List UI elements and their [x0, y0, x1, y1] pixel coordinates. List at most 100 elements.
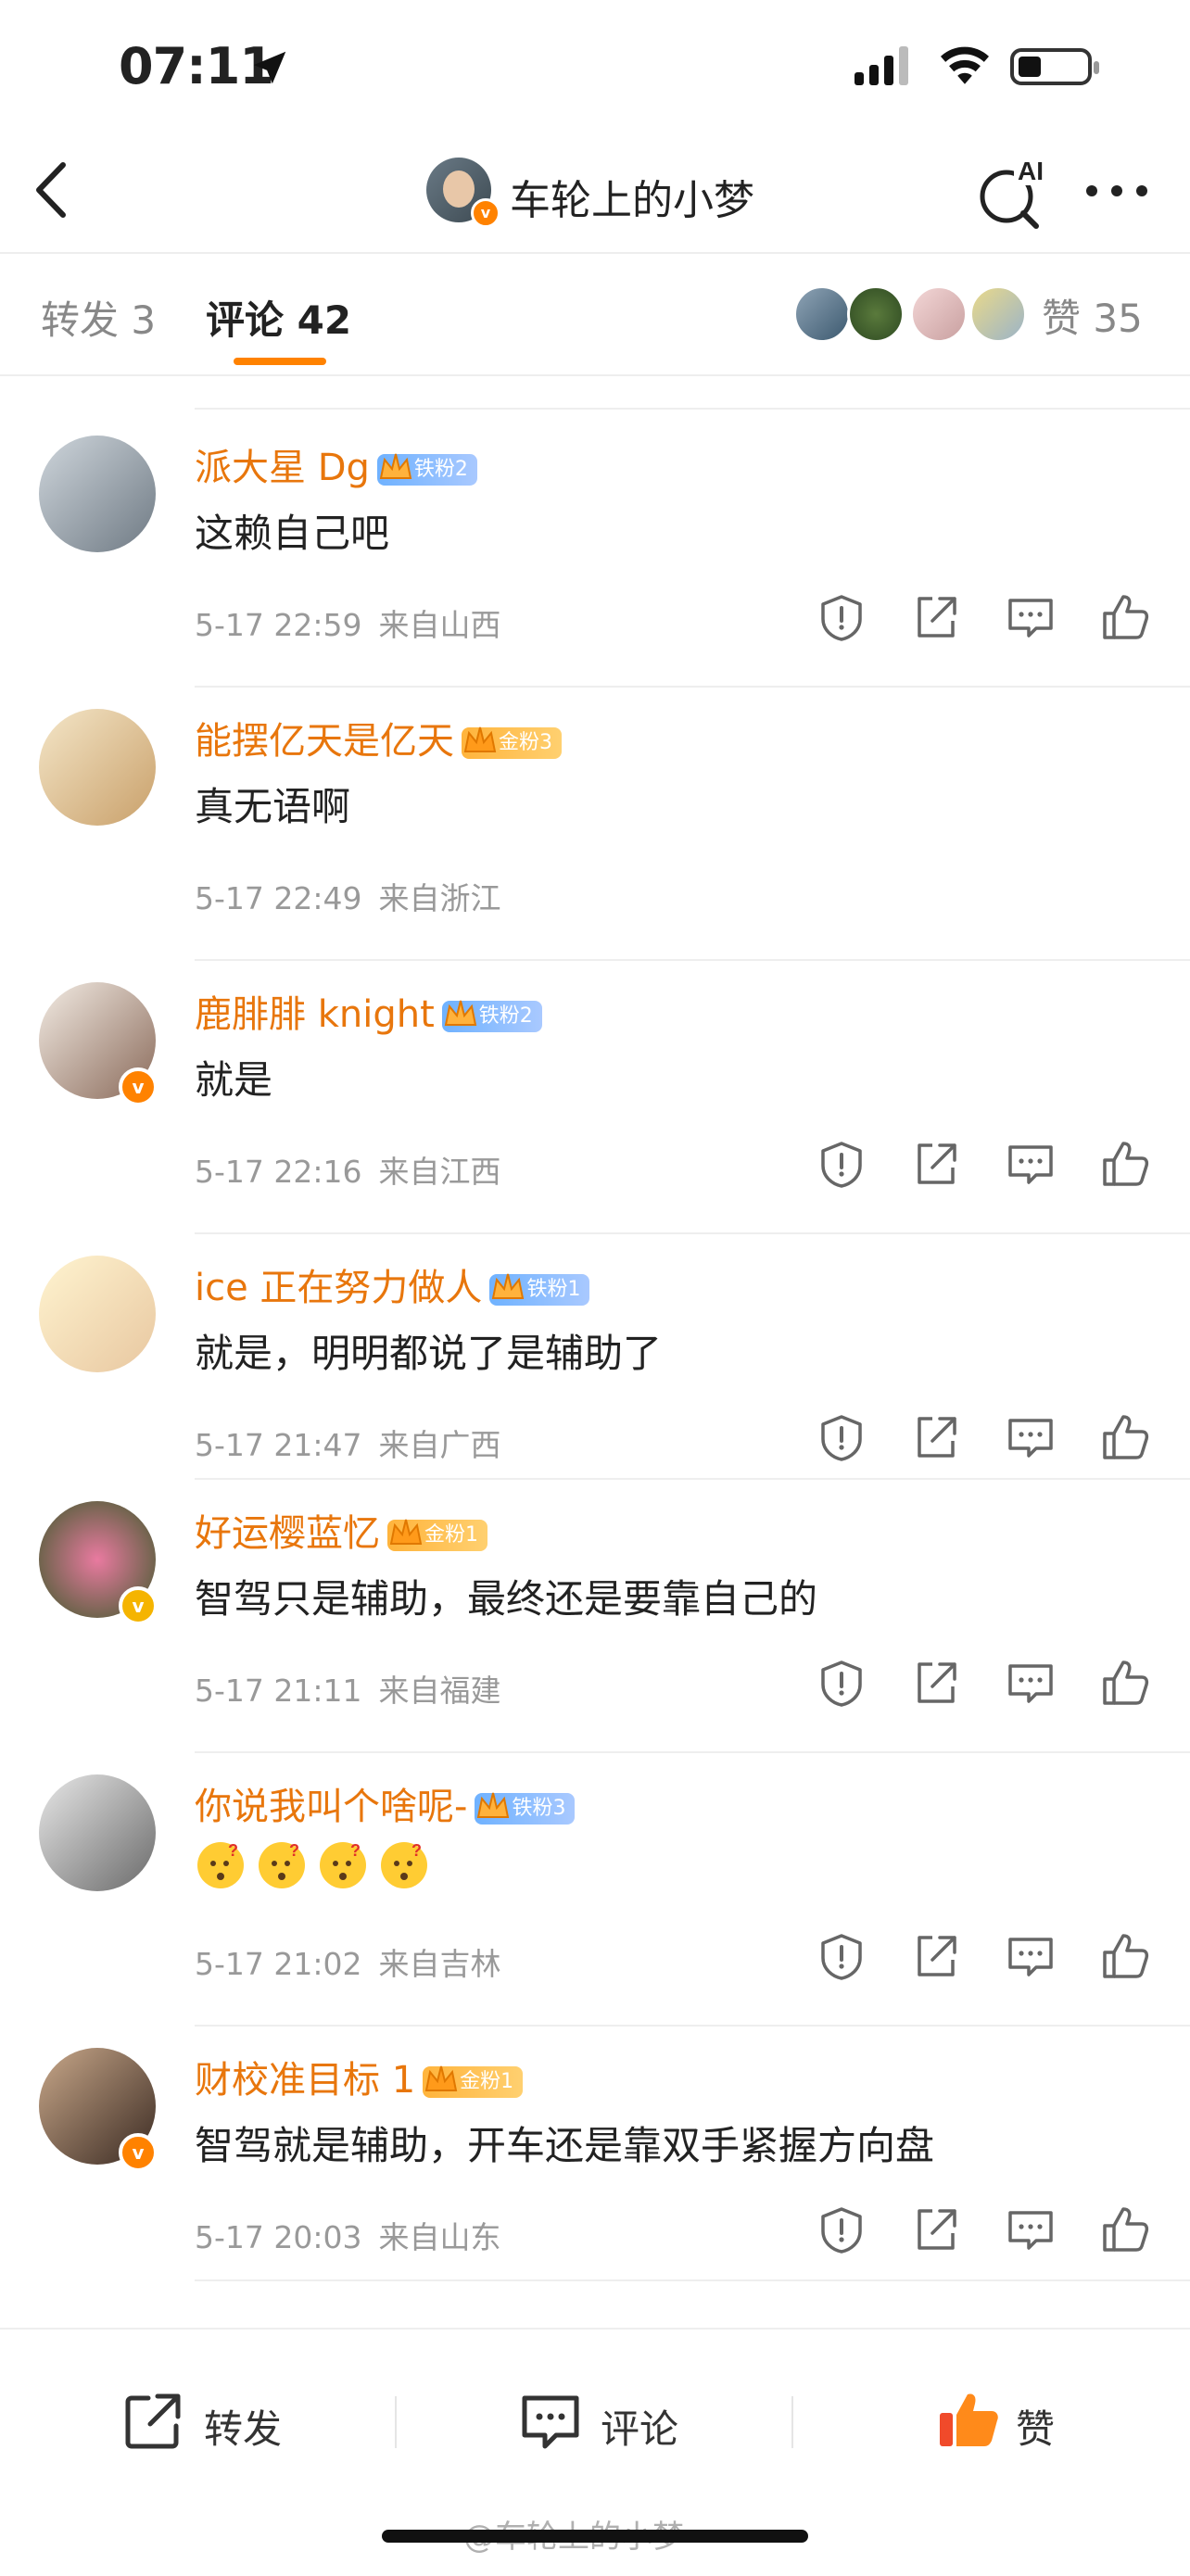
svg-text:?: ? [228, 1841, 238, 1860]
comment-item[interactable]: v 财校准目标 1 金粉1 智驾就是辅助，开车还是靠双手紧握方向盘 5-17 20:03… [0, 2029, 1190, 2298]
comment-button[interactable]: 评论 [517, 2385, 703, 2459]
divider [395, 2396, 397, 2448]
thumbs-up-icon[interactable] [1099, 591, 1151, 643]
repost-button[interactable]: 转发 [120, 2385, 306, 2459]
comment-meta: 5-17 21:02 来自吉林 [195, 1939, 501, 1984]
report-icon[interactable] [816, 1411, 867, 1463]
ai-label: AI [1018, 157, 1044, 185]
comment-time: 5-17 21:11 [195, 1673, 362, 1709]
share-icon[interactable] [910, 591, 962, 643]
comment-meta: 5-17 22:49 来自浙江 [195, 874, 501, 918]
page-title[interactable]: 车轮上的小梦 [510, 167, 754, 226]
back-arrow-icon[interactable] [28, 158, 74, 222]
comment-icon[interactable] [1005, 591, 1057, 643]
commenter-name[interactable]: 能摆亿天是亿天 金粉3 [195, 711, 562, 764]
thumbs-up-icon[interactable] [1099, 1411, 1151, 1463]
verified-badge-icon: v [119, 1067, 158, 1106]
comment-icon[interactable] [1005, 1930, 1057, 1982]
crown-icon [463, 726, 497, 752]
comment-item[interactable]: v 好运樱蓝忆 金粉1 智驾只是辅助，最终还是要靠自己的 5-17 21:11 来自福建 [0, 1483, 1190, 1753]
commenter-name-text: 能摆亿天是亿天 [195, 720, 454, 763]
commenter-avatar[interactable] [39, 436, 156, 552]
tab-comments[interactable]: 评论 42 [206, 289, 351, 346]
divider [791, 2396, 793, 2448]
report-icon[interactable] [816, 1657, 867, 1709]
report-icon[interactable] [816, 591, 867, 643]
comment-actions [816, 1411, 1149, 1463]
verified-badge-icon: v [471, 198, 500, 228]
puzzled-face-emoji-icon: ? [259, 1841, 305, 1888]
like-label: 赞 [1016, 2406, 1056, 2452]
verified-badge-icon: v [119, 2133, 158, 2172]
commenter-avatar[interactable] [39, 1256, 156, 1372]
fan-badge: 铁粉3 [475, 1792, 576, 1825]
commenter-name[interactable]: 财校准目标 1 金粉1 [195, 2050, 524, 2103]
comment-item[interactable]: ice 正在努力做人 铁粉1 就是，明明都说了是辅助了 5-17 21:47 来自广西 [0, 1237, 1190, 1506]
puzzled-face-emoji-icon: ? [381, 1841, 427, 1888]
comment-icon[interactable] [1005, 1657, 1057, 1709]
commenter-name[interactable]: 鹿腓腓 knight 铁粉2 [195, 984, 542, 1038]
liker-avatar [969, 285, 1027, 343]
commenter-avatar[interactable] [39, 709, 156, 826]
comment-item[interactable]: 派大星 Dg 铁粉2 这赖自己吧 5-17 22:59 来自山西 [0, 417, 1190, 688]
comment-actions [816, 1930, 1149, 1982]
comment-item[interactable]: 你说我叫个啥呢- 铁粉3???? 5-17 21:02 来自吉林 [0, 1756, 1190, 2027]
share-icon[interactable] [910, 1411, 962, 1463]
report-icon[interactable] [816, 2203, 867, 2255]
share-icon[interactable] [910, 2203, 962, 2255]
comment-icon[interactable] [1005, 1138, 1057, 1190]
comment-text: 这赖自己吧 [195, 511, 390, 556]
commenter-name[interactable]: 派大星 Dg 铁粉2 [195, 437, 477, 491]
share-icon[interactable] [910, 1138, 962, 1190]
comment-time: 5-17 21:47 [195, 1427, 362, 1463]
ai-search-icon[interactable]: AI [975, 156, 1049, 230]
commenter-avatar[interactable] [39, 1774, 156, 1891]
thumbs-up-icon[interactable] [1099, 1657, 1151, 1709]
like-button[interactable]: 赞 [936, 2385, 1084, 2459]
comment-emojis: ???? [195, 1839, 439, 1900]
divider [195, 2279, 1190, 2281]
commenter-name[interactable]: 你说我叫个啥呢- 铁粉3 [195, 1776, 576, 1830]
commenter-name[interactable]: 好运樱蓝忆 金粉1 [195, 1503, 487, 1557]
commenter-name[interactable]: ice 正在努力做人 铁粉1 [195, 1257, 590, 1311]
comment-icon[interactable] [1005, 2203, 1057, 2255]
thumbs-up-icon[interactable] [1099, 2203, 1151, 2255]
comment-item[interactable]: v 鹿腓腓 knight 铁粉2 就是 5-17 22:16 来自江西 [0, 964, 1190, 1234]
liker-avatars[interactable] [793, 285, 1027, 343]
commenter-name-text: ice 正在努力做人 [195, 1267, 483, 1309]
comment-time: 5-17 22:59 [195, 607, 362, 643]
fan-badge-label: 铁粉3 [512, 1797, 566, 1820]
share-icon[interactable] [910, 1930, 962, 1982]
thumbs-up-icon[interactable] [1099, 1930, 1151, 1982]
fan-badge-label: 铁粉2 [413, 458, 468, 481]
comment-label: 评论 [601, 2406, 679, 2452]
comment-icon[interactable] [1005, 1411, 1057, 1463]
svg-text:?: ? [289, 1841, 299, 1860]
home-indicator[interactable] [382, 2530, 808, 2543]
divider [195, 408, 1190, 410]
comment-meta: 5-17 20:03 来自山东 [195, 2213, 501, 2257]
comment-time: 5-17 21:02 [195, 1946, 362, 1982]
comment-location: 来自山西 [378, 607, 501, 643]
tab-repost[interactable]: 转发 3 [41, 289, 156, 346]
location-arrow-icon [253, 51, 286, 84]
share-icon[interactable] [910, 1657, 962, 1709]
comment-location: 来自江西 [378, 1154, 501, 1190]
liker-avatar [793, 285, 851, 343]
tab-likes[interactable]: 赞 35 [1042, 287, 1143, 344]
report-icon[interactable] [816, 1138, 867, 1190]
report-icon[interactable] [816, 1930, 867, 1982]
divider [195, 1751, 1190, 1753]
fan-badge: 金粉1 [423, 2065, 524, 2098]
comment-actions [816, 1138, 1149, 1190]
comment-meta: 5-17 22:16 来自江西 [195, 1147, 501, 1192]
comment-item[interactable]: 能摆亿天是亿天 金粉3 真无语啊 5-17 22:49 来自浙江 [0, 690, 1190, 961]
commenter-name-text: 好运樱蓝忆 [195, 1512, 380, 1555]
comment-location: 来自浙江 [378, 880, 501, 916]
comment-location: 来自福建 [378, 1673, 501, 1709]
more-options-icon[interactable] [1084, 183, 1149, 198]
thumbs-up-icon[interactable] [1099, 1138, 1151, 1190]
comment-text: 智驾只是辅助，最终还是要靠自己的 [195, 1576, 818, 1622]
svg-text:?: ? [411, 1841, 422, 1860]
fan-badge: 金粉1 [387, 1519, 487, 1551]
